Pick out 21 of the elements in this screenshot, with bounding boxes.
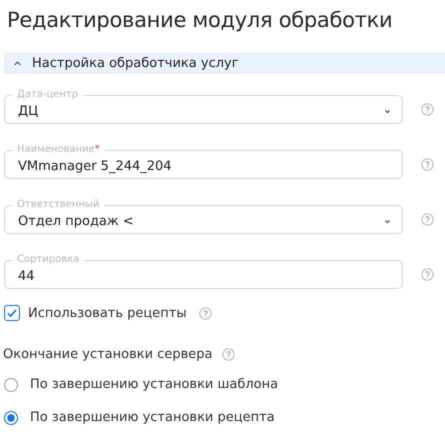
page-title: Редактирование модуля обработки — [7, 7, 394, 34]
group-label: Окончание установки сервера — [3, 347, 212, 362]
section-header[interactable]: Настройка обработчика услуг — [4, 52, 445, 74]
radio-label[interactable]: По завершению установки шаблона — [30, 377, 278, 392]
help-icon[interactable] — [421, 103, 434, 116]
select-field[interactable]: Дата-центр ДЦ — [4, 87, 403, 124]
help-icon[interactable] — [421, 158, 434, 171]
checkbox-label[interactable]: Использовать рецепты — [28, 306, 187, 320]
help-icon[interactable] — [421, 268, 434, 281]
field-label: Дата-центр — [12, 89, 84, 101]
checkbox[interactable] — [4, 305, 20, 321]
help-icon[interactable] — [222, 348, 236, 361]
radio-label[interactable]: По завершению установки рецепта — [30, 410, 275, 425]
input-field[interactable]: Сортировка 44 — [4, 252, 403, 289]
help-icon[interactable] — [421, 213, 434, 226]
help-icon[interactable] — [198, 306, 212, 320]
radio-button[interactable] — [4, 410, 18, 424]
radio-button[interactable] — [4, 378, 18, 392]
select-field[interactable]: Ответственный Отдел продаж < — [4, 197, 403, 234]
input-field[interactable]: Наименование* VMmanager 5_244_204 — [4, 142, 403, 179]
field-label: Сортировка — [12, 254, 84, 266]
